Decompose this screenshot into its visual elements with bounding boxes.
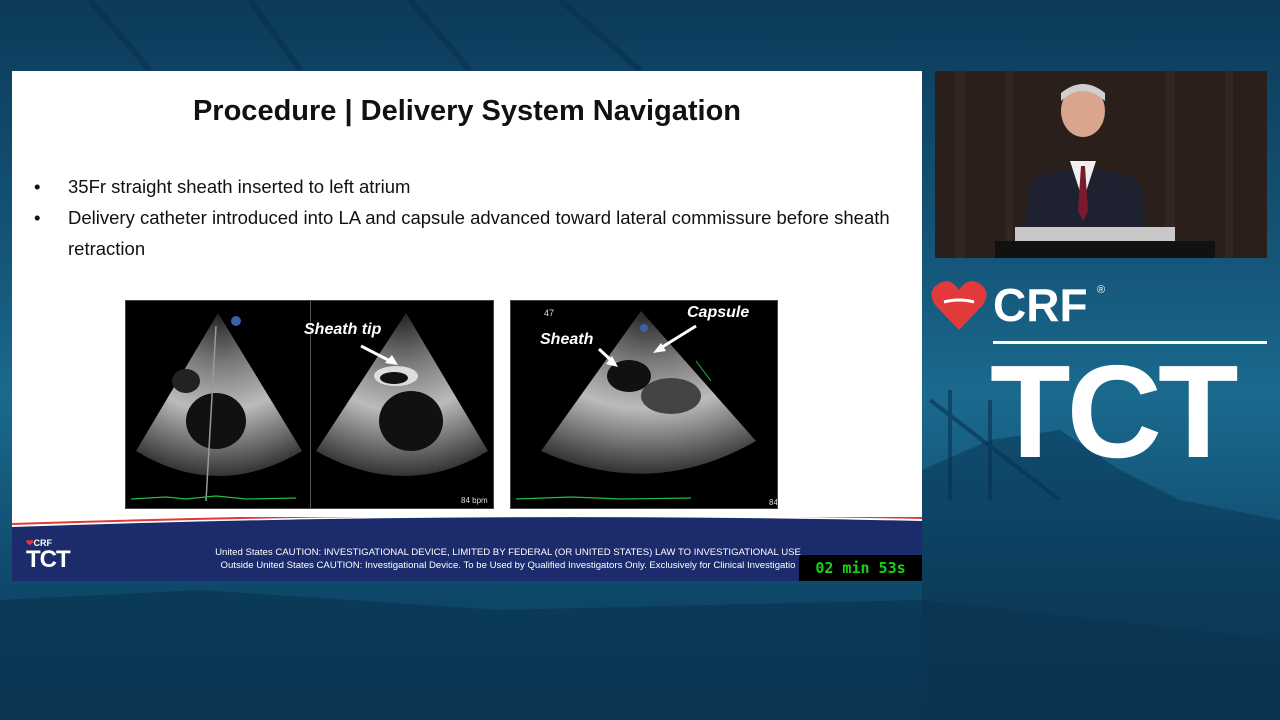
- footer-logo: ❤CRF TCT: [26, 538, 71, 573]
- bullet-marker: •: [34, 207, 41, 228]
- bullet-text: Delivery catheter introduced into LA and…: [68, 207, 890, 259]
- caution-line-us: United States CAUTION: INVESTIGATIONAL D…: [215, 547, 801, 558]
- corner-number: 47: [544, 308, 555, 318]
- bullet-item: • 35Fr straight sheath inserted to left …: [34, 171, 914, 202]
- countdown-timer: 02 min 53s: [799, 555, 922, 581]
- brand-tct: TCT: [990, 338, 1239, 485]
- bullet-marker: •: [34, 176, 41, 197]
- presentation-slide: Procedure | Delivery System Navigation •…: [12, 71, 922, 581]
- bullet-item: • Delivery catheter introduced into LA a…: [34, 202, 914, 264]
- sheath-tip-label: Sheath tip: [304, 321, 382, 338]
- brand-registered-mark: ®: [1097, 284, 1106, 296]
- bpm-readout: 84 bpm: [461, 496, 488, 505]
- capsule-label: Capsule: [687, 304, 750, 321]
- caution-line-outside-us: Outside United States CAUTION: Investiga…: [220, 560, 796, 571]
- sheath-label: Sheath: [540, 331, 594, 348]
- speaker-video: [935, 71, 1267, 258]
- heart-logo-icon: [931, 281, 987, 330]
- bullet-text: 35Fr straight sheath inserted to left at…: [68, 176, 411, 197]
- slide-title: Procedure | Delivery System Navigation: [192, 95, 742, 127]
- echo-image-left: Sheath tip 84 bpm: [125, 300, 494, 509]
- echo-image-right: Sheath Capsule 47 84: [510, 300, 778, 509]
- footer-logo-tct: TCT: [26, 546, 71, 573]
- brand-crf: CRF: [993, 279, 1088, 331]
- bullet-list: • 35Fr straight sheath inserted to left …: [34, 171, 914, 264]
- bpm-readout: 84: [769, 498, 778, 507]
